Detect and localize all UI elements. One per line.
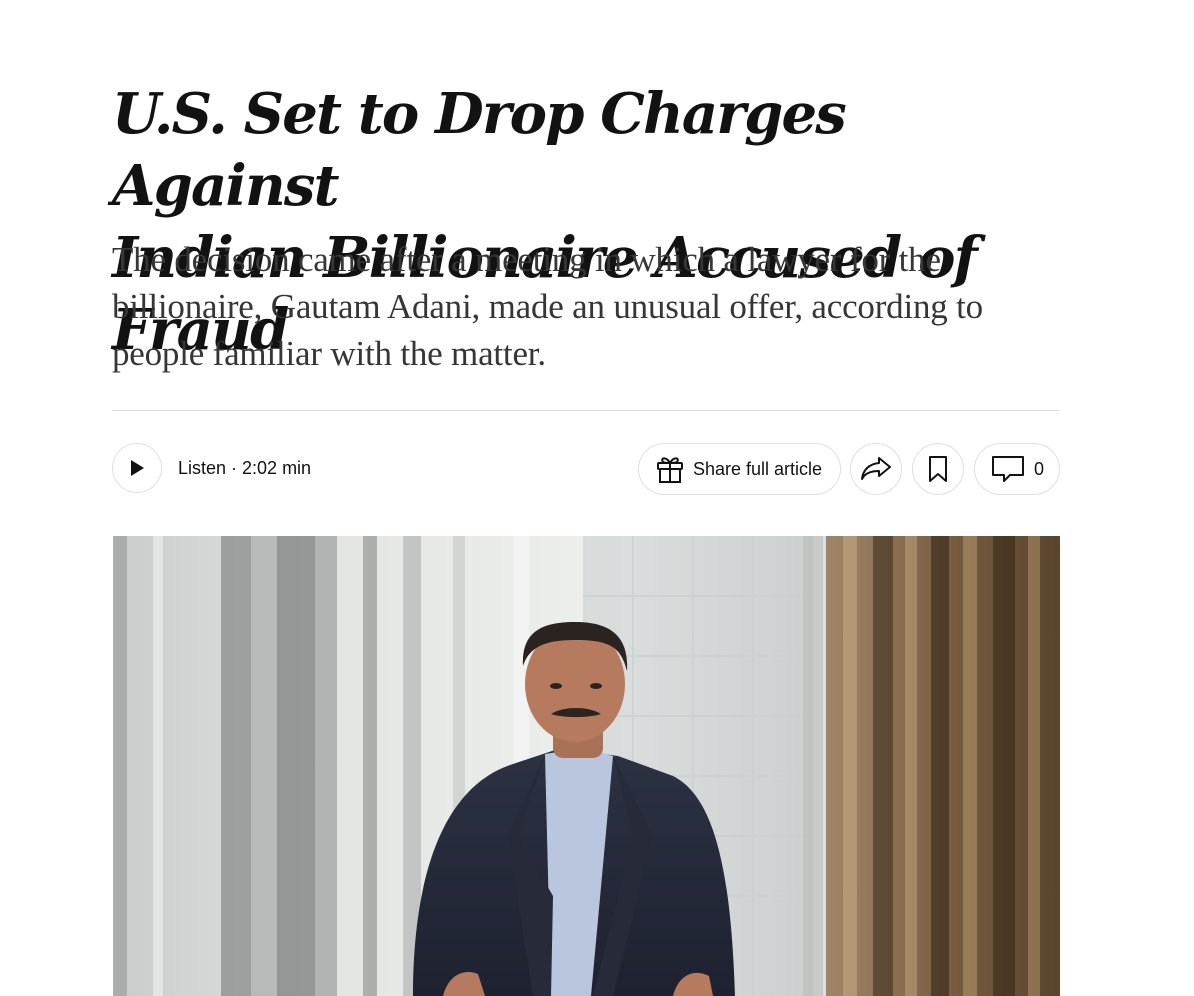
- listen-play-button[interactable]: [112, 443, 162, 493]
- divider: [112, 410, 1060, 411]
- share-arrow-icon: [861, 457, 891, 480]
- share-full-article-button[interactable]: Share full article: [638, 443, 841, 495]
- gift-icon: [657, 457, 683, 483]
- comments-button[interactable]: 0: [974, 443, 1060, 495]
- lead-photo[interactable]: [113, 536, 1060, 996]
- lead-photo-image: [113, 536, 1060, 996]
- save-bookmark-button[interactable]: [912, 443, 964, 495]
- share-full-article-label: Share full article: [693, 458, 823, 479]
- comment-bubble-icon: [992, 456, 1024, 482]
- comments-count: 0: [1034, 458, 1045, 479]
- article-summary: The decision came after a meeting in whi…: [112, 240, 983, 373]
- play-icon: [131, 460, 144, 476]
- listen-duration-label: Listen · 2:02 min: [178, 458, 312, 478]
- headline-line-1: U.S. Set to Drop Charges Against: [112, 81, 847, 219]
- article-toolbar: Listen · 2:02 min Share full article 0: [112, 443, 1060, 495]
- share-button[interactable]: [850, 443, 902, 495]
- bookmark-icon: [929, 456, 947, 482]
